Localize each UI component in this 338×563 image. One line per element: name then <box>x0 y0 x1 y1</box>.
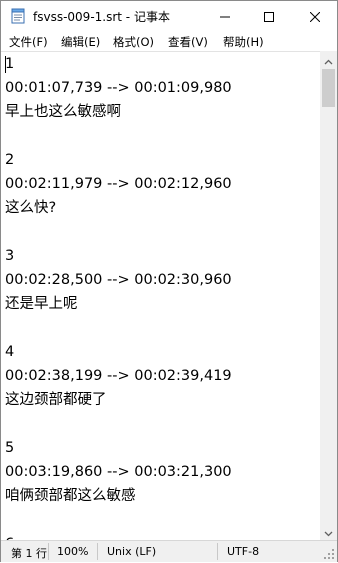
zoom-level: 100% <box>57 545 89 558</box>
window-title: fsvss-009-1.srt - 记事本 <box>33 10 170 24</box>
maximize-icon <box>264 7 274 26</box>
close-button[interactable] <box>293 1 337 31</box>
text-line: 00:02:28,500 --> 00:02:30,960 <box>5 272 232 288</box>
notepad-icon <box>11 8 25 24</box>
text-line: 这么快? <box>5 200 57 216</box>
text-line: 这边颈部都硬了 <box>5 392 107 408</box>
menu-help[interactable]: 帮助(H) <box>223 34 264 50</box>
status-divider <box>48 543 49 560</box>
scroll-down-button[interactable] <box>320 523 337 540</box>
text-line: 00:03:19,860 --> 00:03:21,300 <box>5 464 232 480</box>
status-divider <box>217 543 218 560</box>
cursor-position: 第 1 行 <box>11 547 47 560</box>
text-line: 5 <box>5 440 15 456</box>
text-line: 咱俩颈部都这么敏感 <box>5 488 136 504</box>
text-editor[interactable]: 1 00:01:07,739 --> 00:01:09,980 早上也这么敏感啊… <box>1 51 320 540</box>
text-line: 00:02:38,199 --> 00:02:39,419 <box>5 368 232 384</box>
maximize-button[interactable] <box>249 1 289 31</box>
close-icon <box>309 7 321 26</box>
text-line: 6 <box>5 532 14 540</box>
text-line: 00:02:11,979 --> 00:02:12,960 <box>5 176 232 192</box>
menu-edit[interactable]: 编辑(E) <box>61 34 100 50</box>
menu-file[interactable]: 文件(F) <box>9 34 48 50</box>
text-line: 00:01:07,739 --> 00:01:09,980 <box>5 80 232 96</box>
status-divider <box>97 543 98 560</box>
scroll-up-button[interactable] <box>320 51 337 68</box>
scroll-thumb[interactable] <box>322 69 335 107</box>
menu-view[interactable]: 查看(V) <box>168 34 208 50</box>
text-line: 4 <box>5 344 15 360</box>
text-line: 早上也这么敏感啊 <box>5 104 121 120</box>
vertical-scrollbar[interactable] <box>320 51 337 540</box>
text-line: 还是早上呢 <box>5 296 78 312</box>
text-caret <box>5 56 6 73</box>
text-line: 2 <box>5 152 15 168</box>
menu-bar: 文件(F) 编辑(E) 格式(O) 查看(V) 帮助(H) <box>1 31 337 51</box>
status-bar: 第 1 行 100% Unix (LF) UTF-8 <box>1 540 337 562</box>
resize-grip-icon[interactable] <box>324 549 335 560</box>
minimize-icon <box>220 7 230 26</box>
arrow-down-icon <box>324 522 333 541</box>
minimize-button[interactable] <box>205 1 245 31</box>
encoding: UTF-8 <box>227 545 260 558</box>
menu-format[interactable]: 格式(O) <box>113 34 154 50</box>
text-line: 1 <box>5 56 15 72</box>
arrow-up-icon <box>324 50 333 69</box>
title-bar[interactable]: fsvss-009-1.srt - 记事本 <box>1 1 337 31</box>
notepad-window: fsvss-009-1.srt - 记事本 文件(F) 编辑(E) 格式(O) … <box>0 0 338 562</box>
text-line: 3 <box>5 248 15 264</box>
line-ending: Unix (LF) <box>107 545 157 558</box>
